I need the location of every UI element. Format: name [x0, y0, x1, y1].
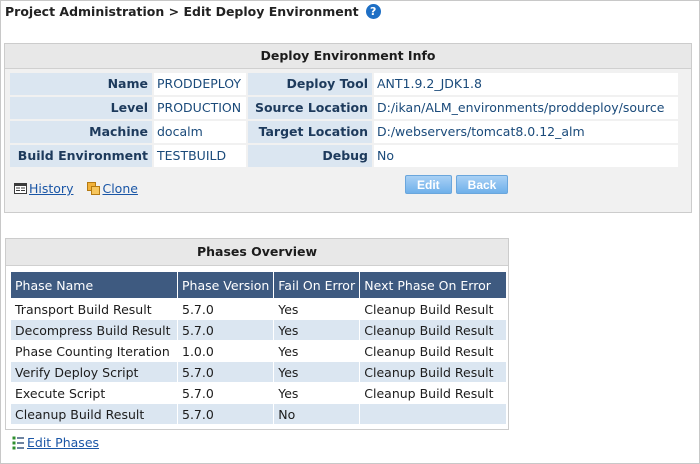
edit-phases-icon — [12, 436, 24, 449]
machine-label: Machine — [10, 121, 152, 143]
source-location-label: Source Location — [248, 97, 372, 119]
edit-phases-link[interactable]: Edit Phases — [12, 435, 99, 450]
source-location-value: D:/ikan/ALM_environments/proddeploy/sour… — [374, 97, 678, 119]
panel-links: History Clone — [14, 181, 138, 196]
table-row: Phase Counting Iteration 1.0.0 Yes Clean… — [11, 341, 506, 361]
phase-version-cell: 5.7.0 — [178, 404, 274, 424]
fail-on-error-cell: Yes — [274, 341, 360, 361]
build-environment-label: Build Environment — [10, 145, 152, 167]
column-header-next-phase-on-error[interactable]: Next Phase On Error — [360, 272, 506, 298]
action-buttons: Edit Back — [405, 175, 509, 194]
fail-on-error-cell: Yes — [274, 383, 360, 403]
history-link-label[interactable]: History — [29, 181, 73, 196]
deploy-tool-label: Deploy Tool — [248, 73, 372, 95]
deploy-environment-info-panel: Deploy Environment Info Name PRODDEPLOY … — [4, 43, 692, 213]
phase-name-cell: Transport Build Result — [11, 299, 177, 319]
name-label: Name — [10, 73, 152, 95]
phase-version-cell: 5.7.0 — [178, 299, 274, 319]
phase-name-cell: Decompress Build Result — [11, 320, 177, 340]
target-location-label: Target Location — [248, 121, 372, 143]
phase-name-cell: Verify Deploy Script — [11, 362, 177, 382]
next-phase-cell: Cleanup Build Result — [360, 362, 506, 382]
deploy-tool-value: ANT1.9.2_JDK1.8 — [374, 73, 678, 95]
clone-icon — [87, 182, 101, 195]
fail-on-error-cell: Yes — [274, 362, 360, 382]
debug-value: No — [374, 145, 678, 167]
table-row: Execute Script 5.7.0 Yes Cleanup Build R… — [11, 383, 506, 403]
edit-phases-label[interactable]: Edit Phases — [27, 435, 99, 450]
phases-overview-panel: Phases Overview Phase Name Phase Version… — [5, 238, 509, 430]
table-header-row: Phase Name Phase Version Fail On Error N… — [11, 272, 506, 298]
panel-title: Deploy Environment Info — [5, 44, 691, 69]
clone-link[interactable]: Clone — [87, 181, 138, 196]
history-link[interactable]: History — [14, 181, 73, 196]
phase-version-cell: 5.7.0 — [178, 320, 274, 340]
phase-version-cell: 5.7.0 — [178, 362, 274, 382]
fail-on-error-cell: Yes — [274, 320, 360, 340]
target-location-value: D:/webservers/tomcat8.0.12_alm — [374, 121, 678, 143]
next-phase-cell: Cleanup Build Result — [360, 341, 506, 361]
debug-label: Debug — [248, 145, 372, 167]
phase-name-cell: Cleanup Build Result — [11, 404, 177, 424]
table-row: Cleanup Build Result 5.7.0 No — [11, 404, 506, 424]
fail-on-error-cell: Yes — [274, 299, 360, 319]
phase-version-cell: 1.0.0 — [178, 341, 274, 361]
level-value: PRODUCTION — [154, 97, 246, 119]
level-label: Level — [10, 97, 152, 119]
help-icon[interactable]: ? — [365, 4, 381, 19]
phase-name-cell: Phase Counting Iteration — [11, 341, 177, 361]
panel-title: Phases Overview — [6, 239, 508, 266]
edit-button[interactable]: Edit — [405, 175, 452, 194]
machine-value: docalm — [154, 121, 246, 143]
back-button[interactable]: Back — [455, 175, 509, 194]
history-icon — [14, 183, 27, 194]
next-phase-cell: Cleanup Build Result — [360, 299, 506, 319]
breadcrumb: Project Administration > Edit Deploy Env… — [5, 4, 381, 19]
next-phase-cell: Cleanup Build Result — [360, 320, 506, 340]
phases-table: Phase Name Phase Version Fail On Error N… — [10, 271, 507, 425]
info-grid: Name PRODDEPLOY Deploy Tool ANT1.9.2_JDK… — [9, 72, 679, 168]
next-phase-cell: Cleanup Build Result — [360, 383, 506, 403]
breadcrumb-text: Project Administration > Edit Deploy Env… — [5, 4, 359, 19]
fail-on-error-cell: No — [274, 404, 360, 424]
table-row: Verify Deploy Script 5.7.0 Yes Cleanup B… — [11, 362, 506, 382]
table-row: Decompress Build Result 5.7.0 Yes Cleanu… — [11, 320, 506, 340]
table-row: Transport Build Result 5.7.0 Yes Cleanup… — [11, 299, 506, 319]
next-phase-cell — [360, 404, 506, 424]
column-header-fail-on-error[interactable]: Fail On Error — [274, 272, 360, 298]
clone-link-label[interactable]: Clone — [102, 181, 137, 196]
build-environment-value: TESTBUILD — [154, 145, 246, 167]
column-header-phase-version[interactable]: Phase Version — [178, 272, 274, 298]
column-header-phase-name[interactable]: Phase Name — [11, 272, 177, 298]
phase-version-cell: 5.7.0 — [178, 383, 274, 403]
name-value: PRODDEPLOY — [154, 73, 246, 95]
phase-name-cell: Execute Script — [11, 383, 177, 403]
